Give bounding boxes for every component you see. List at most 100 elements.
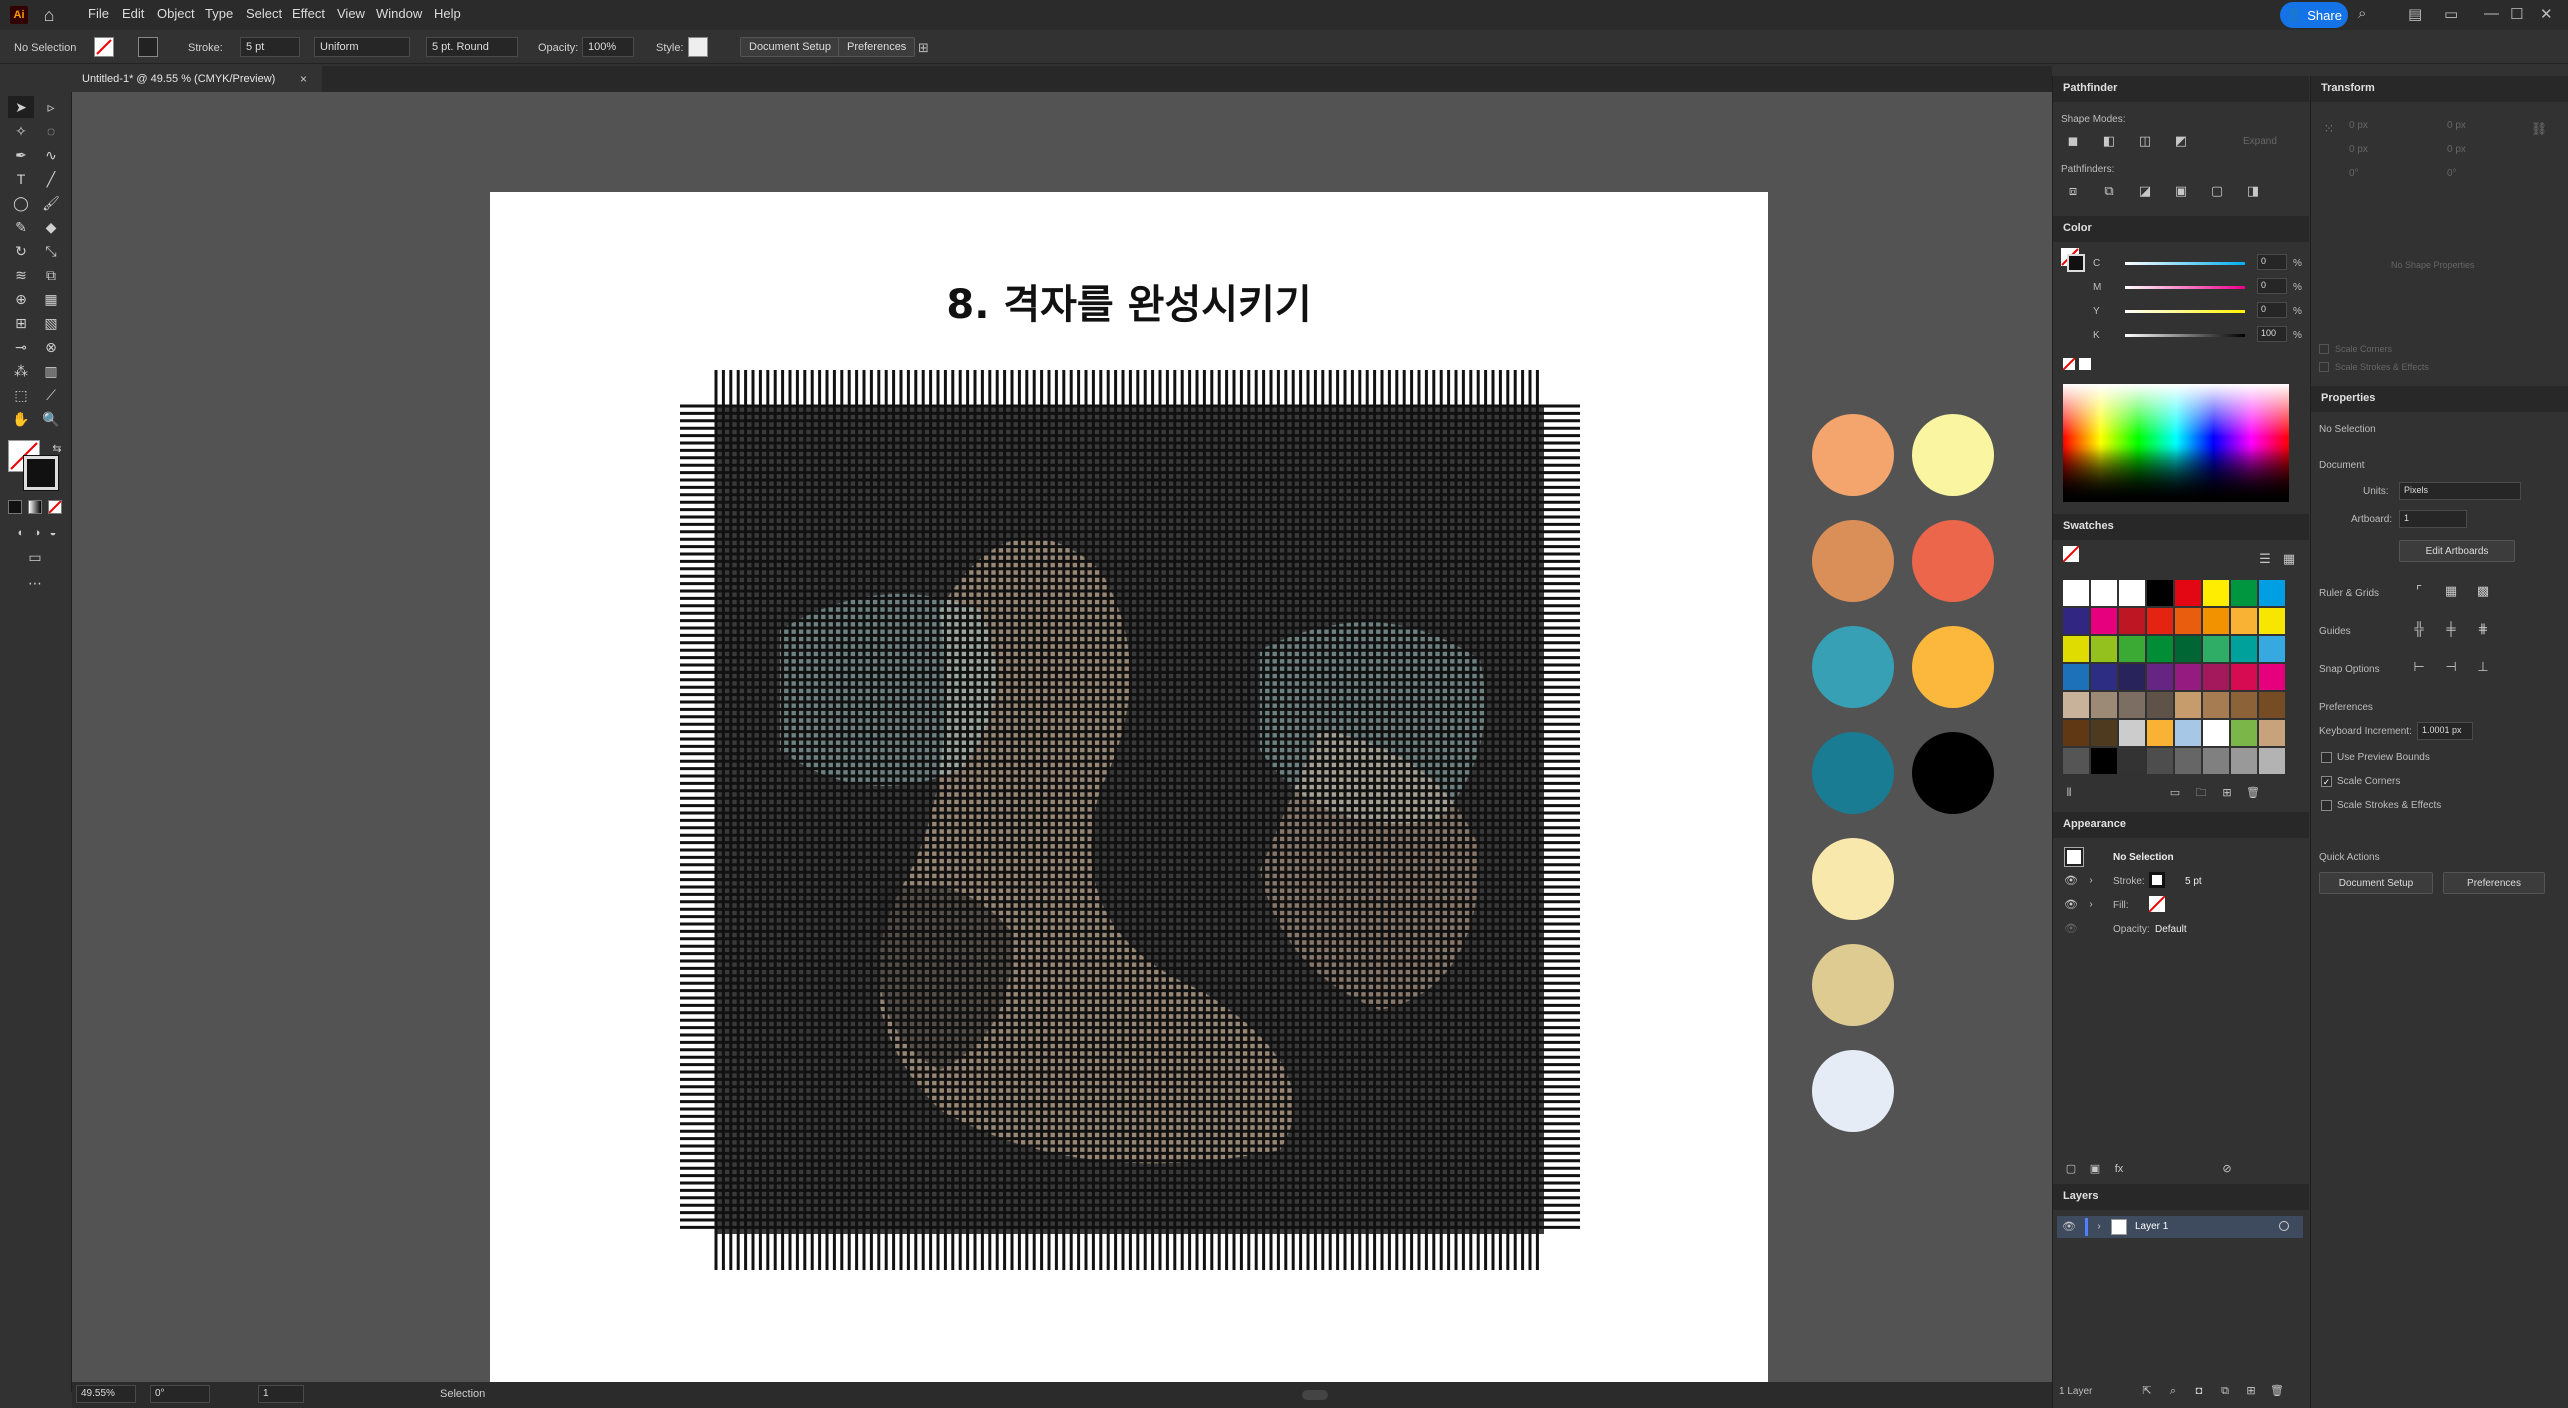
symbol-sprayer-tool-icon[interactable]: ⁂	[8, 360, 34, 382]
layer-row[interactable]: 👁 › Layer 1	[2057, 1216, 2303, 1238]
minus-front-icon[interactable]: ◧	[2099, 132, 2119, 150]
magenta-value[interactable]: 0	[2257, 278, 2287, 294]
eraser-tool-icon[interactable]: ◆	[38, 216, 64, 238]
swatch-cell[interactable]	[2147, 580, 2173, 606]
swatch-cell[interactable]	[2063, 664, 2089, 690]
new-sublayer-icon[interactable]: ⧉	[2215, 1382, 2235, 1400]
appearance-stroke-value[interactable]: 5 pt	[2185, 876, 2202, 887]
delete-swatch-icon[interactable]: 🗑	[2243, 784, 2263, 802]
direct-selection-tool-icon[interactable]: ▹	[38, 96, 64, 118]
white-color-icon[interactable]	[2079, 358, 2091, 370]
swatch-cell[interactable]	[2091, 664, 2117, 690]
layer-expand-chevron-icon[interactable]: ›	[2089, 1218, 2109, 1236]
maximize-icon[interactable]: ☐	[2510, 5, 2523, 23]
slice-tool-icon[interactable]: ⟋	[38, 384, 64, 406]
document-tab[interactable]: Untitled-1* @ 49.55 % (CMYK/Preview) ×	[72, 66, 322, 92]
menu-help[interactable]: Help	[434, 6, 461, 21]
use-preview-bounds-checkbox[interactable]	[2321, 752, 2332, 763]
transform-panel-header[interactable]: Transform	[2311, 76, 2568, 102]
crop-icon[interactable]: ▣	[2171, 182, 2191, 200]
clipping-mask-icon[interactable]: ◘	[2189, 1382, 2209, 1400]
zoom-select[interactable]: 49.55%	[76, 1385, 136, 1403]
reference-point-icon[interactable]: ⁙	[2319, 120, 2339, 138]
cyan-value[interactable]: 0	[2257, 254, 2287, 270]
expand-button[interactable]: Expand	[2243, 136, 2277, 147]
quick-preferences-button[interactable]: Preferences	[2443, 872, 2545, 894]
swatch-cell[interactable]	[2203, 636, 2229, 662]
new-layer-icon[interactable]: ⊞	[2241, 1382, 2261, 1400]
none-color-icon[interactable]	[2062, 357, 2076, 371]
guides-lock-icon[interactable]: ╪	[2441, 620, 2461, 638]
pixel-grid-artwork[interactable]	[680, 370, 1580, 1270]
snap-point-icon[interactable]: ⊢	[2409, 658, 2429, 676]
shape-builder-tool-icon[interactable]: ⊕	[8, 288, 34, 310]
add-new-stroke-icon[interactable]: ▢	[2061, 1160, 2081, 1178]
swatch-cell[interactable]	[2119, 692, 2145, 718]
grid-icon[interactable]: ▦	[2441, 582, 2461, 600]
draw-inside-icon[interactable]: ◒	[40, 522, 66, 544]
artboard-select[interactable]: 1	[2399, 510, 2467, 528]
rotation-select[interactable]: 0°	[150, 1385, 210, 1403]
menu-window[interactable]: Window	[376, 6, 422, 21]
swatch-cell[interactable]	[2259, 664, 2285, 690]
swatch-cell[interactable]	[2175, 636, 2201, 662]
swatch-cell[interactable]	[2259, 748, 2285, 774]
minus-back-icon[interactable]: ◨	[2243, 182, 2263, 200]
appearance-stroke-swatch[interactable]	[2149, 872, 2165, 888]
color-mode-icon[interactable]	[8, 500, 22, 514]
document-setup-button[interactable]: Document Setup	[740, 37, 840, 57]
intersect-icon[interactable]: ◫	[2135, 132, 2155, 150]
keyboard-increment-input[interactable]: 1.0001 px	[2417, 722, 2473, 740]
brush-definition-select[interactable]: 5 pt. Round	[426, 37, 518, 57]
palette-color-7[interactable]	[1812, 732, 1894, 814]
warp-tool-icon[interactable]: ≋	[8, 264, 34, 286]
palette-color-8[interactable]	[1912, 732, 1994, 814]
eyedropper-tool-icon[interactable]: ⊸	[8, 336, 34, 358]
shaper-tool-icon[interactable]: ✎	[8, 216, 34, 238]
appearance-fill-swatch[interactable]	[2148, 895, 2166, 913]
align-icon[interactable]: ⊞	[918, 40, 929, 56]
swatch-cell[interactable]	[2203, 748, 2229, 774]
minimize-icon[interactable]: —	[2484, 5, 2499, 22]
transform-angle[interactable]: 0°	[2349, 168, 2359, 179]
close-window-icon[interactable]: ✕	[2540, 5, 2553, 23]
none-mode-icon[interactable]	[48, 500, 62, 514]
palette-color-5[interactable]	[1812, 626, 1894, 708]
add-new-fill-icon[interactable]: ▣	[2085, 1160, 2105, 1178]
swatch-cell[interactable]	[2175, 748, 2201, 774]
selection-tool-icon[interactable]: ➤	[8, 96, 34, 118]
menu-select[interactable]: Select	[246, 6, 282, 21]
swatch-cell[interactable]	[2175, 720, 2201, 746]
stroke-visibility-eye-icon[interactable]: 👁	[2061, 872, 2081, 890]
gradient-tool-icon[interactable]: ▧	[38, 312, 64, 334]
mesh-tool-icon[interactable]: ⊞	[8, 312, 34, 334]
menu-effect[interactable]: Effect	[292, 6, 325, 21]
swatch-fill-indicator[interactable]	[2062, 545, 2080, 563]
swatch-cell[interactable]	[2231, 692, 2257, 718]
fill-visibility-eye-icon[interactable]: 👁	[2061, 896, 2081, 914]
swatch-cell[interactable]	[2259, 580, 2285, 606]
curvature-tool-icon[interactable]: ∿	[38, 144, 64, 166]
add-new-effect-icon[interactable]: fx	[2109, 1160, 2129, 1178]
swatch-cell[interactable]	[2203, 608, 2229, 634]
swatch-cell[interactable]	[2091, 636, 2117, 662]
exclude-icon[interactable]: ◩	[2171, 132, 2191, 150]
pen-tool-icon[interactable]: ✒	[8, 144, 34, 166]
swatch-cell[interactable]	[2147, 636, 2173, 662]
merge-icon[interactable]: ◪	[2135, 182, 2155, 200]
units-select[interactable]: Pixels	[2399, 482, 2521, 500]
transform-y[interactable]: 0 px	[2447, 120, 2466, 131]
swatch-cell[interactable]	[2091, 748, 2117, 774]
swatch-cell[interactable]	[2175, 664, 2201, 690]
fill-expand-chevron-icon[interactable]: ›	[2081, 896, 2101, 914]
opacity-input[interactable]: 100%	[582, 37, 634, 57]
swatch-cell[interactable]	[2119, 636, 2145, 662]
blend-tool-icon[interactable]: ⊗	[38, 336, 64, 358]
menu-type[interactable]: Type	[205, 6, 233, 21]
swatch-cell[interactable]	[2231, 608, 2257, 634]
new-swatch-icon[interactable]: ⊞	[2217, 784, 2237, 802]
folder-icon[interactable]: 🗀	[2191, 784, 2211, 802]
appearance-panel-header[interactable]: Appearance	[2053, 812, 2309, 838]
lasso-tool-icon[interactable]: ◌	[38, 120, 64, 142]
menu-object[interactable]: Object	[157, 6, 195, 21]
